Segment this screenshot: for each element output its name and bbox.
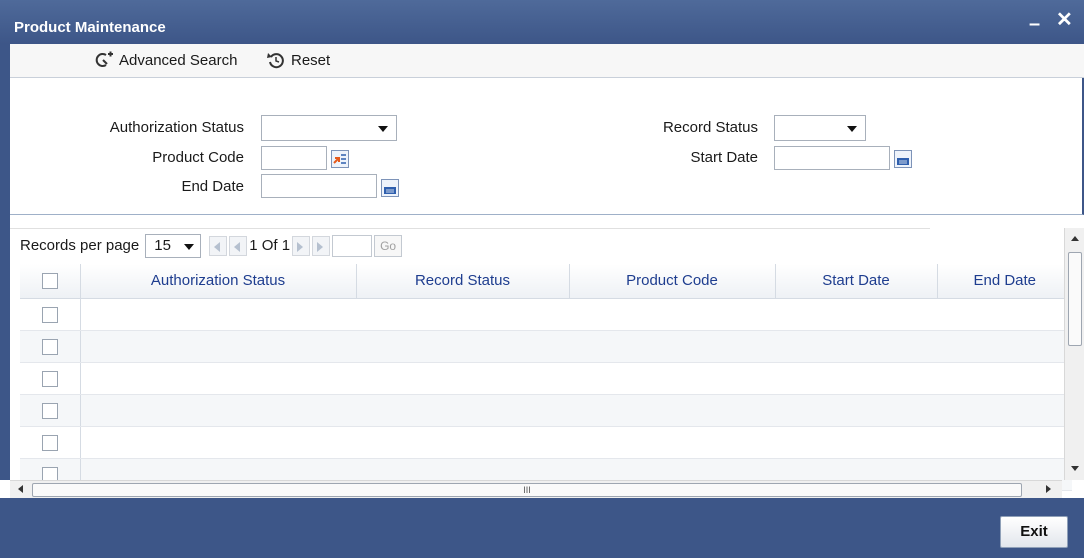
vertical-scroll-thumb[interactable] [1068,252,1082,346]
lov-icon[interactable] [331,150,349,168]
chevron-down-icon [378,126,388,132]
left-frame-edge [0,44,10,480]
record-status-select[interactable] [774,115,866,141]
table-row[interactable] [20,362,1072,395]
search-criteria-panel: Authorization Status Record Status Produ… [10,78,1084,215]
scroll-down-icon[interactable] [1071,466,1079,471]
advanced-search-icon [95,51,113,67]
table-row[interactable] [20,394,1072,427]
reset-label: Reset [291,51,331,69]
pager: Records per page 15 1 Of 1 Go [10,228,930,262]
row-checkbox[interactable] [41,402,58,419]
column-header-authorization-status[interactable]: Authorization Status [80,264,357,299]
toolbar: Advanced Search Reset [10,44,1084,78]
results-grid: Records per page 15 1 Of 1 Go Authorizat… [10,228,1084,491]
select-all-checkbox[interactable] [41,273,58,290]
table-row[interactable] [20,426,1072,459]
table-header-row: Authorization Status Record Status Produ… [20,264,1072,299]
authorization-status-label: Authorization Status [109,119,244,136]
records-per-page-select[interactable]: 15 [145,233,202,258]
scroll-left-icon[interactable] [18,485,23,493]
column-header-start-date[interactable]: Start Date [775,264,938,299]
row-checkbox[interactable] [41,306,58,323]
row-checkbox[interactable] [41,434,58,451]
reset-button[interactable]: Reset [266,51,330,69]
vertical-scrollbar[interactable] [1064,228,1084,480]
row-checkbox[interactable] [41,370,58,387]
reset-icon [267,53,284,69]
product-code-label: Product Code [152,149,244,166]
first-page-icon [214,241,221,252]
calendar-icon[interactable] [381,179,399,197]
close-button[interactable]: ✕ [1056,10,1073,30]
column-header-end-date[interactable]: End Date [937,264,1072,299]
scroll-right-icon[interactable] [1046,485,1051,493]
calendar-icon[interactable] [894,150,912,168]
select-all-cell [20,264,81,299]
title-bar: Product Maintenance – ✕ [0,0,1084,44]
column-header-product-code[interactable]: Product Code [569,264,776,299]
records-per-page-label: Records per page [20,237,140,254]
last-page-button[interactable] [312,235,331,256]
page-number-input[interactable] [332,234,373,257]
product-code-input[interactable] [261,146,327,170]
chevron-down-icon [184,243,195,250]
next-page-button[interactable] [292,235,311,256]
authorization-status-select[interactable] [261,115,397,141]
table-row[interactable] [20,298,1072,331]
last-page-icon [317,241,324,252]
horizontal-scrollbar[interactable]: III [10,480,1062,498]
row-checkbox[interactable] [41,338,58,355]
start-date-label: Start Date [690,149,758,166]
exit-button[interactable]: Exit [1000,516,1068,548]
table-row[interactable] [20,330,1072,363]
advanced-search-button[interactable]: Advanced Search [94,51,237,69]
horizontal-scroll-thumb[interactable]: III [32,483,1022,497]
prev-page-button[interactable] [229,235,248,256]
scroll-up-icon[interactable] [1071,236,1079,241]
record-status-label: Record Status [662,119,758,136]
end-date-label: End Date [181,178,244,195]
results-table: Authorization Status Record Status Produ… [20,264,1072,491]
go-button[interactable]: Go [374,234,403,257]
next-page-icon [297,241,304,252]
advanced-search-label: Advanced Search [119,51,238,69]
end-date-input[interactable] [261,174,377,198]
window-title: Product Maintenance [14,19,166,36]
chevron-down-icon [847,126,857,132]
start-date-input[interactable] [774,146,890,170]
minimize-button[interactable]: – [1029,14,1040,34]
page-indicator: 1 Of 1 [249,237,291,254]
prev-page-icon [234,241,241,252]
footer-bar: Exit [0,498,1084,558]
first-page-button[interactable] [209,235,228,256]
column-header-record-status[interactable]: Record Status [356,264,570,299]
